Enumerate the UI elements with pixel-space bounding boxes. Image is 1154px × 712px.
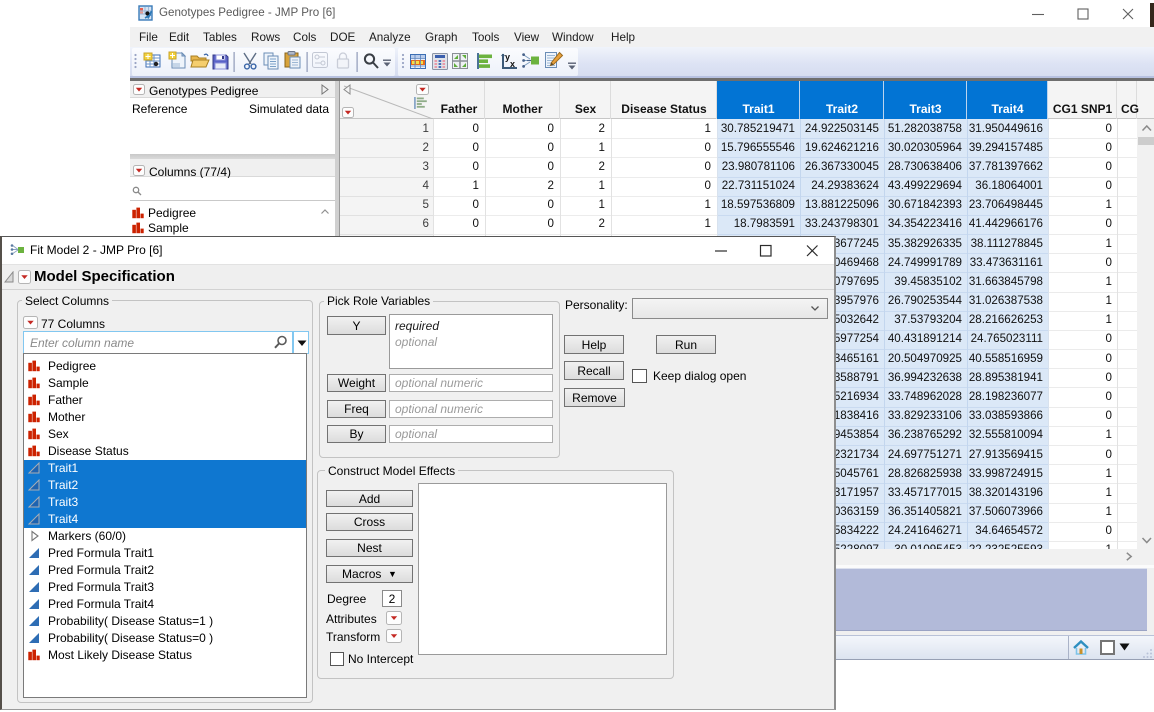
svg-text:x: x (510, 59, 515, 69)
